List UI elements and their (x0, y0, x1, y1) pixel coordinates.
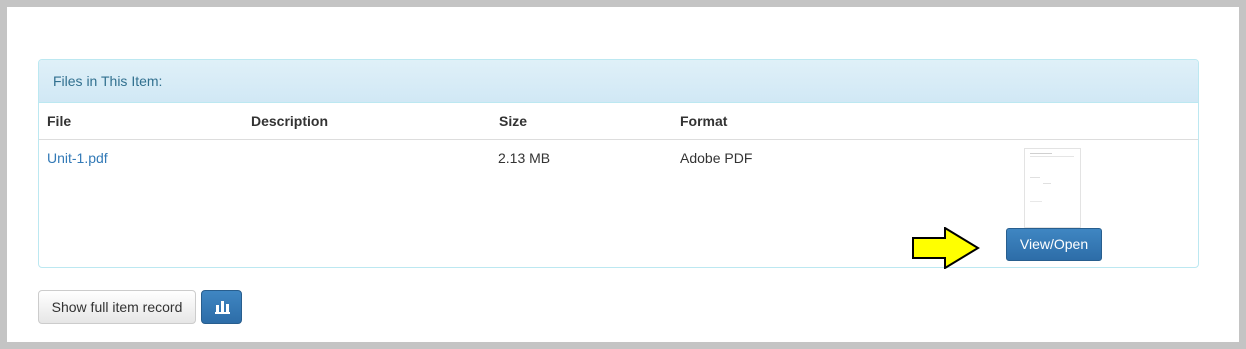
table-row: Unit-1.pdf 2.13 MB Adobe PDF View/Open (39, 140, 1198, 267)
files-panel: Files in This Item: File Description Siz… (38, 59, 1199, 268)
column-header-file: File (47, 113, 72, 129)
file-size: 2.13 MB (498, 150, 551, 166)
panel-heading: Files in This Item: (39, 60, 1198, 103)
page-content: Files in This Item: File Description Siz… (7, 7, 1239, 342)
column-header-format: Format (680, 113, 728, 129)
right-arrow-icon (912, 227, 980, 269)
statistics-button[interactable] (201, 290, 242, 324)
file-format: Adobe PDF (680, 150, 753, 166)
file-thumbnail[interactable] (1024, 148, 1081, 228)
column-header-description: Description (251, 113, 329, 129)
file-link[interactable]: Unit-1.pdf (47, 148, 108, 168)
bar-chart-icon (215, 301, 230, 314)
table-header: File Description Size Format (39, 103, 1198, 140)
column-header-size: Size (499, 113, 528, 129)
show-full-record-button[interactable]: Show full item record (38, 290, 196, 324)
view-open-button[interactable]: View/Open (1006, 228, 1102, 261)
